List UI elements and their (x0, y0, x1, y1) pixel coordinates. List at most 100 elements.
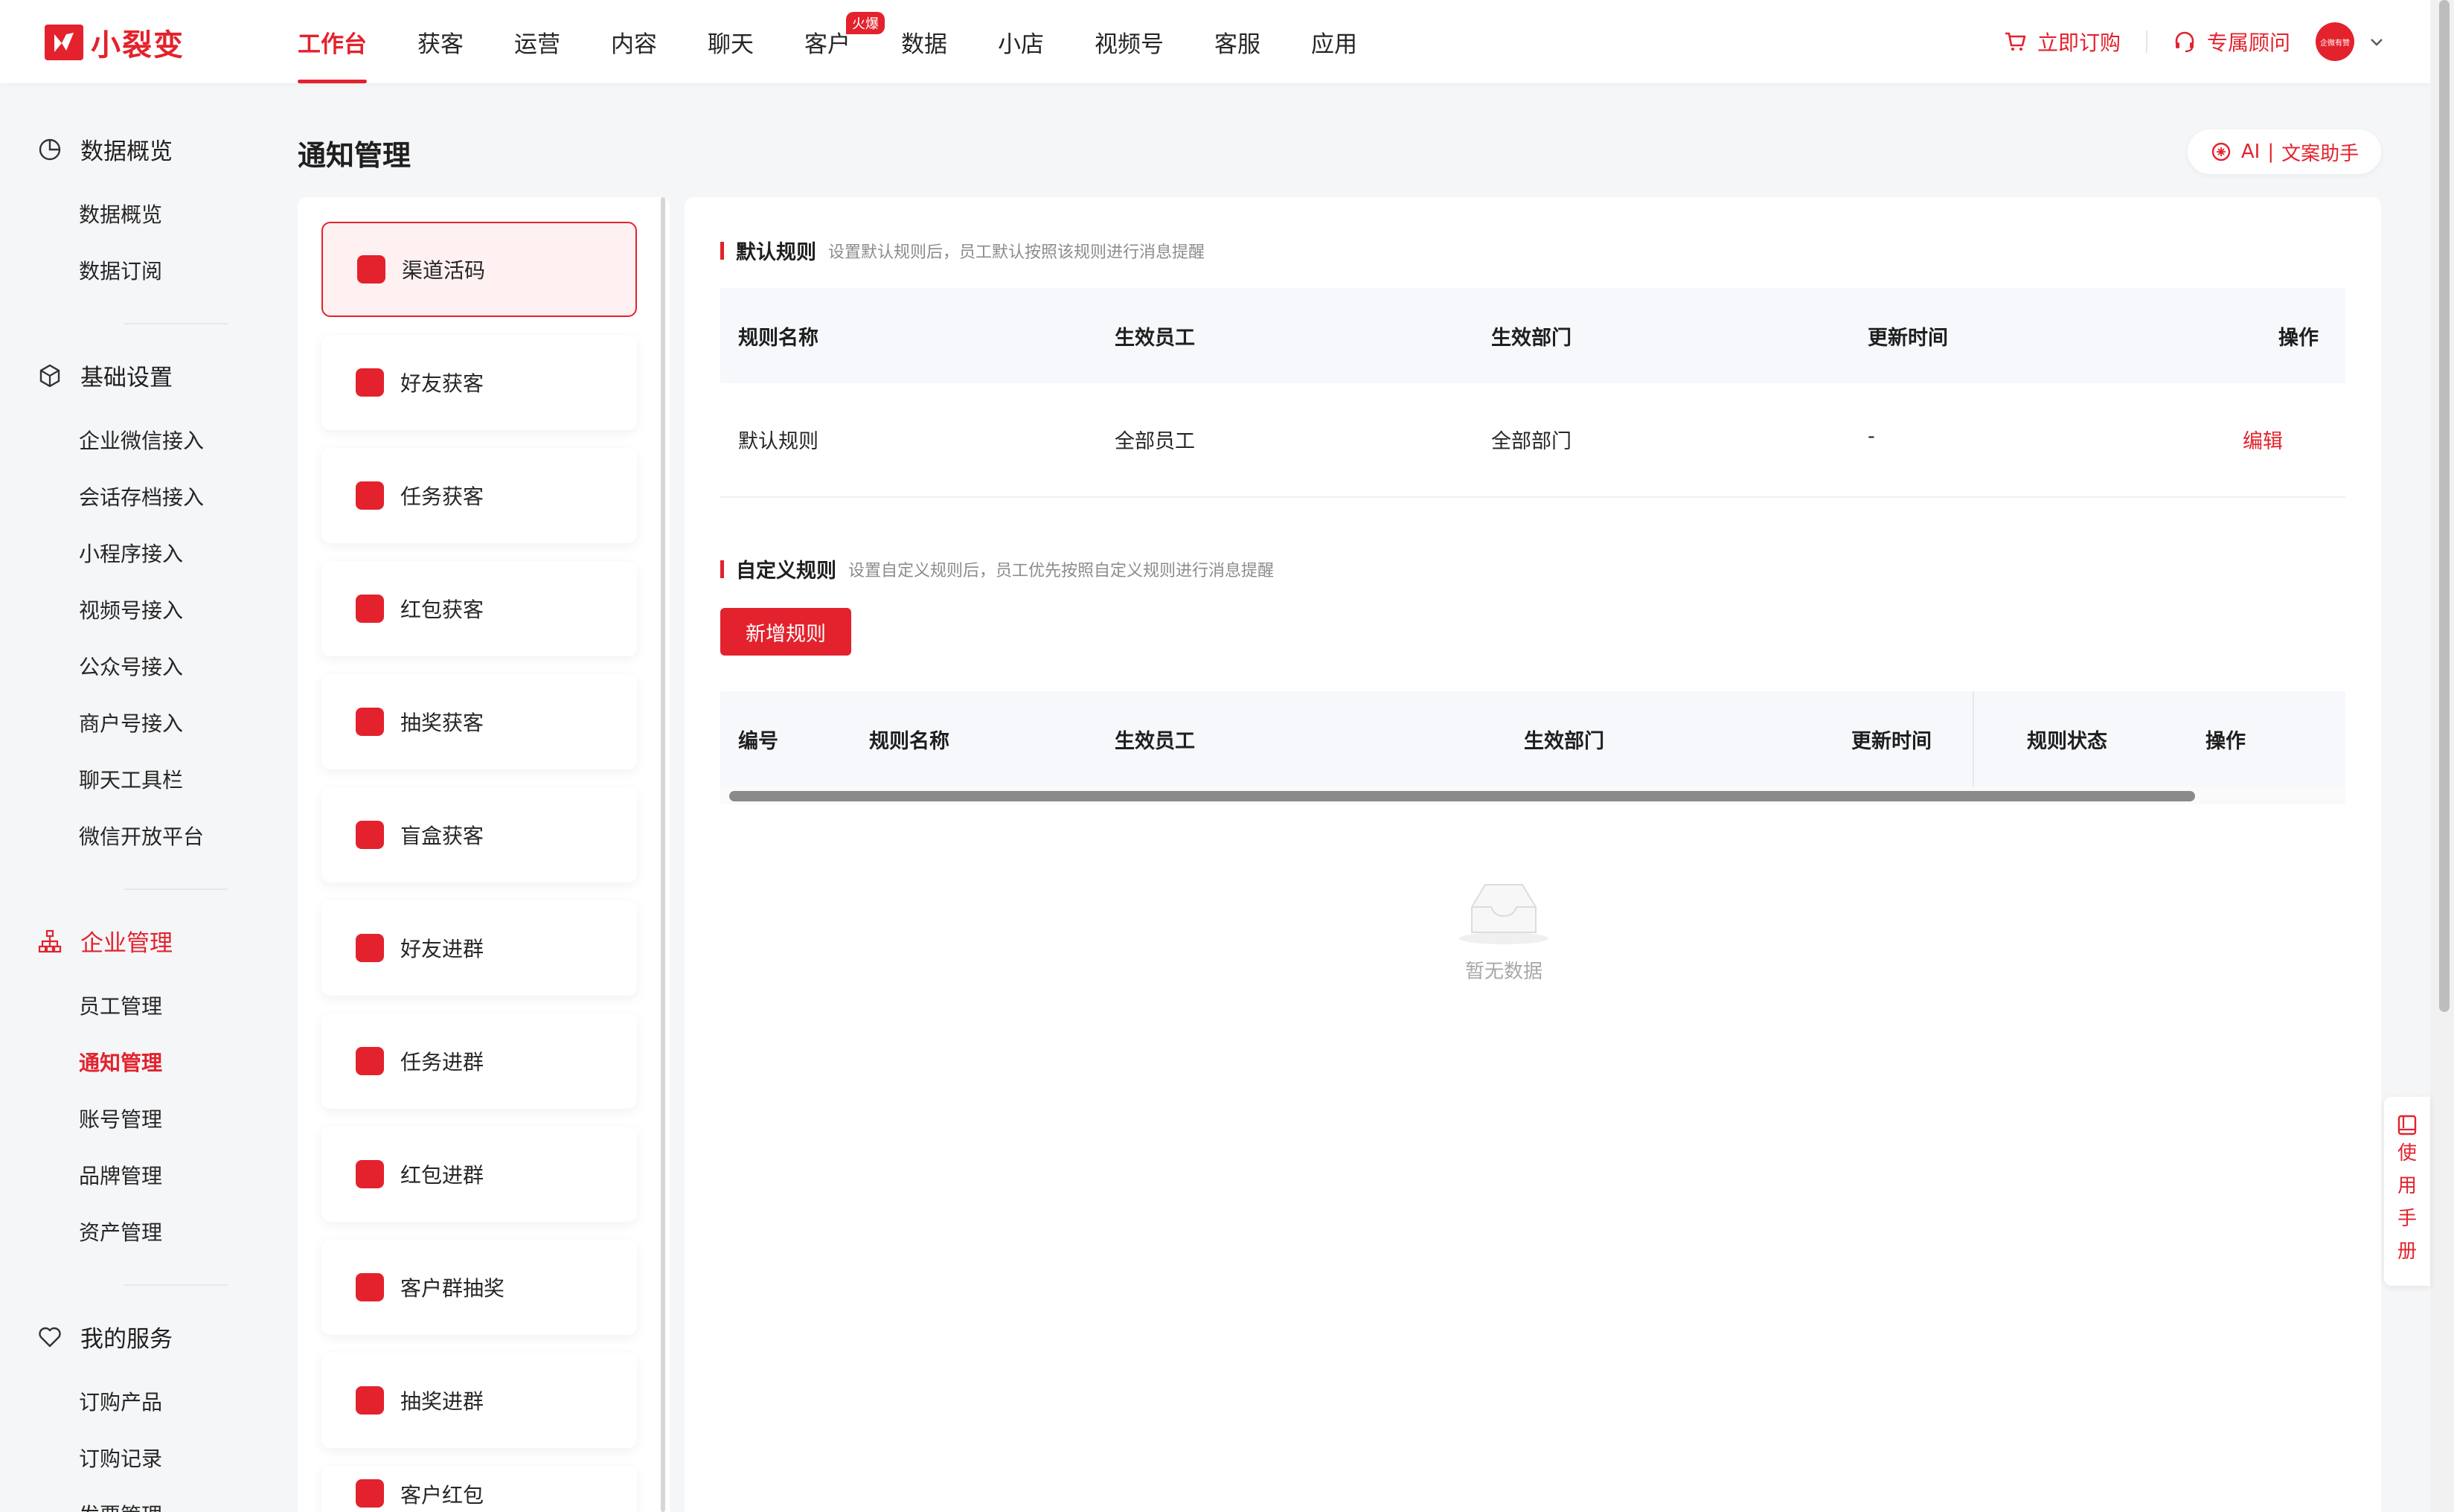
order-now-label: 立即订购 (2037, 31, 2121, 55)
sidebar-item-products[interactable]: 订购产品 (79, 1386, 162, 1416)
table-horizontal-scrollbar[interactable] (729, 791, 2195, 801)
column-header: 生效部门 (1491, 326, 1572, 350)
mystery-box-icon (356, 821, 384, 849)
sidebar-group-data-overview[interactable]: 数据概览 (37, 132, 173, 166)
sidebar-item-orders[interactable]: 订购记录 (79, 1443, 162, 1473)
custom-rules-title: 自定义规则 (736, 560, 836, 583)
sidebar-item-miniprogram[interactable]: 小程序接入 (79, 538, 183, 568)
sidebar-item-brand[interactable]: 品牌管理 (79, 1160, 162, 1190)
column-header: 编号 (738, 729, 778, 753)
channel-card-friend-group[interactable]: 好友进群 (321, 900, 637, 996)
rule-name-cell: 默认规则 (738, 430, 818, 453)
default-rules-header: 默认规则 设置默认规则后，员工默认按照该规则进行消息提醒 (720, 236, 1205, 265)
nav-item-chat[interactable]: 聊天 (708, 0, 754, 83)
column-header: 操作 (2205, 729, 2246, 753)
empty-text: 暂无数据 (1464, 961, 1542, 983)
section-marker (720, 560, 724, 578)
page-vertical-scrollbar[interactable] (2439, 0, 2450, 1012)
sidebar-item-invoices[interactable]: 发票管理 (79, 1499, 162, 1512)
sidebar: 数据概览 数据概览 数据订阅 基础设置 企业微信接入 会话存档接入 小程序接入 … (0, 83, 275, 1512)
channel-card-blindbox-acquire[interactable]: 盲盒获客 (321, 787, 637, 882)
edit-rule-link[interactable]: 编辑 (2243, 425, 2283, 454)
nav-item-operation[interactable]: 运营 (514, 0, 560, 83)
channel-list-scrollbar[interactable] (661, 197, 665, 1512)
sidebar-item-notification[interactable]: 通知管理 (79, 1047, 162, 1077)
rule-dept-cell: 全部部门 (1491, 430, 1572, 453)
nav-item-apps[interactable]: 应用 (1311, 0, 1357, 83)
cube-icon (39, 364, 60, 387)
channel-card-customer-redpacket[interactable]: 客户红包 (321, 1466, 637, 1512)
channel-card-label: 客户红包 (400, 1483, 484, 1508)
sidebar-group-enterprise[interactable]: 企业管理 (37, 924, 173, 958)
advisor-link[interactable]: 专属顾问 (2173, 27, 2290, 57)
sidebar-item-data-subscribe[interactable]: 数据订阅 (79, 255, 162, 285)
main-nav: 工作台 获客 运营 内容 聊天 客户 火爆 数据 小店 视频号 客服 应用 (298, 0, 1408, 83)
sidebar-item-account[interactable]: 账号管理 (79, 1103, 162, 1133)
manual-label-char: 使 (2397, 1142, 2417, 1165)
nav-item-data[interactable]: 数据 (901, 0, 947, 83)
sidebar-divider (124, 1284, 228, 1286)
sidebar-item-chat-toolbar[interactable]: 聊天工具栏 (79, 764, 183, 794)
add-rule-button[interactable]: 新增规则 (720, 608, 851, 656)
cart-icon (2005, 32, 2026, 51)
channel-card-task-acquire[interactable]: 任务获客 (321, 448, 637, 543)
hot-badge: 火爆 (846, 12, 885, 34)
qrcode-icon (357, 255, 385, 284)
empty-inbox-icon (1459, 884, 1548, 944)
custom-rules-desc: 设置自定义规则后，员工优先按照自定义规则进行消息提醒 (848, 561, 1275, 580)
nav-item-channels[interactable]: 视频号 (1095, 0, 1164, 83)
default-rules-table-header: 规则名称 生效员工 生效部门 更新时间 操作 (720, 288, 2345, 383)
sidebar-item-data-overview[interactable]: 数据概览 (79, 199, 162, 228)
nav-item-customer[interactable]: 客户 火爆 (804, 0, 885, 83)
gift-icon (356, 1273, 384, 1301)
sidebar-item-open-platform[interactable]: 微信开放平台 (79, 821, 204, 850)
channel-card-redpacket-group[interactable]: 红包进群 (321, 1127, 637, 1222)
nav-item-workbench[interactable]: 工作台 (298, 0, 367, 83)
main-panel: 默认规则 设置默认规则后，员工默认按照该规则进行消息提醒 规则名称 生效员工 生… (685, 197, 2381, 1512)
manual-label-char: 册 (2397, 1240, 2417, 1263)
ai-separator: | (2267, 141, 2275, 163)
channel-card-label: 抽奖进群 (400, 1389, 484, 1414)
red-packet-icon (356, 1479, 384, 1508)
logo[interactable]: 小裂变 (45, 22, 185, 63)
user-manual-button[interactable]: 使 用 手 册 (2384, 1097, 2430, 1286)
nav-item-content[interactable]: 内容 (611, 0, 657, 83)
ai-assistant-button[interactable]: AI | 文案助手 (2188, 129, 2381, 174)
sidebar-item-staff[interactable]: 员工管理 (79, 990, 162, 1020)
sidebar-item-assets[interactable]: 资产管理 (79, 1217, 162, 1246)
sidebar-group-basic-settings[interactable]: 基础设置 (37, 359, 173, 392)
sidebar-item-official-account[interactable]: 公众号接入 (79, 651, 183, 681)
channel-card-task-group[interactable]: 任务进群 (321, 1013, 637, 1109)
row-divider (720, 496, 2345, 498)
manual-label-char: 用 (2397, 1175, 2417, 1197)
chevron-down-icon[interactable] (2368, 33, 2386, 51)
user-icon (356, 368, 384, 397)
channel-card-live-code[interactable]: 渠道活码 (321, 222, 637, 317)
rule-staff-cell: 全部员工 (1115, 430, 1195, 453)
nav-item-service[interactable]: 客服 (1214, 0, 1260, 83)
column-header: 规则名称 (738, 326, 818, 350)
channel-card-redpacket-acquire[interactable]: 红包获客 (321, 561, 637, 656)
yen-coin-icon (356, 1160, 384, 1188)
sidebar-item-archive[interactable]: 会话存档接入 (79, 481, 204, 511)
default-rules-title: 默认规则 (736, 241, 816, 264)
nav-item-shop[interactable]: 小店 (998, 0, 1044, 83)
sidebar-item-merchant[interactable]: 商户号接入 (79, 708, 183, 737)
channel-card-lottery-acquire[interactable]: 抽奖获客 (321, 674, 637, 769)
channel-card-group-lottery[interactable]: 客户群抽奖 (321, 1240, 637, 1335)
sidebar-group-label: 基础设置 (80, 365, 173, 391)
order-now-link[interactable]: 立即订购 (2003, 27, 2121, 57)
column-header: 生效部门 (1524, 729, 1604, 753)
advisor-label: 专属顾问 (2206, 31, 2290, 55)
avatar[interactable]: 企微有赞 (2316, 22, 2354, 61)
sidebar-group-my-services[interactable]: 我的服务 (37, 1320, 173, 1354)
channel-card-label: 好友获客 (400, 371, 484, 396)
headset-icon (2175, 31, 2194, 53)
channel-card-lottery-group[interactable]: 抽奖进群 (321, 1353, 637, 1448)
nav-item-acquire[interactable]: 获客 (417, 0, 464, 83)
channel-card-label: 渠道活码 (402, 258, 486, 283)
channel-card-friend-acquire[interactable]: 好友获客 (321, 335, 637, 430)
sidebar-item-video-account[interactable]: 视频号接入 (79, 595, 183, 624)
sidebar-group-label: 我的服务 (80, 1326, 173, 1353)
sidebar-item-wecom[interactable]: 企业微信接入 (79, 425, 204, 455)
